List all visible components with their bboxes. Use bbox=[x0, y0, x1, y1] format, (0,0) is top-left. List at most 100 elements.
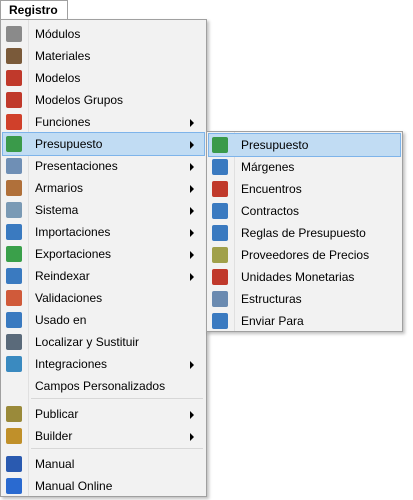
menu-item-label: Módulos bbox=[35, 27, 81, 41]
model-groups-icon bbox=[6, 92, 22, 108]
menu-item-label: Integraciones bbox=[35, 357, 108, 371]
submenu-arrow-icon bbox=[190, 251, 194, 259]
submenu-item-label: Unidades Monetarias bbox=[241, 270, 355, 284]
submenu-arrow-icon bbox=[190, 207, 194, 215]
find-replace-icon bbox=[6, 334, 22, 350]
menu-item-presupuesto[interactable]: Presupuesto bbox=[2, 132, 205, 156]
menu-item-importaciones[interactable]: Importaciones bbox=[3, 221, 204, 243]
menu-separator bbox=[31, 448, 203, 449]
menu-item-label: Modelos bbox=[35, 71, 81, 85]
menu-item-label: Exportaciones bbox=[35, 247, 112, 261]
materials-icon bbox=[6, 48, 22, 64]
menu-item-label: Presentaciones bbox=[35, 159, 118, 173]
menu-item-label: Localizar y Sustituir bbox=[35, 335, 140, 349]
contracts-icon bbox=[212, 203, 228, 219]
menu-item-label: Importaciones bbox=[35, 225, 111, 239]
menu-registro[interactable]: Registro bbox=[0, 0, 68, 20]
system-gear-icon bbox=[6, 202, 22, 218]
integrations-icon bbox=[6, 356, 22, 372]
menu-item-label: Presupuesto bbox=[35, 137, 103, 151]
submenu-item-label: Estructuras bbox=[241, 292, 302, 306]
publish-icon bbox=[6, 406, 22, 422]
menu-separator bbox=[31, 398, 203, 399]
menu-item-funciones[interactable]: Funciones bbox=[3, 111, 204, 133]
send-to-icon bbox=[212, 313, 228, 329]
submenu-item-label: Proveedores de Precios bbox=[241, 248, 370, 262]
submenu-arrow-icon bbox=[190, 163, 194, 171]
menu-item-usado-en[interactable]: Usado en bbox=[3, 309, 204, 331]
menu-item-localizar-y-sustituir[interactable]: Localizar y Sustituir bbox=[3, 331, 204, 353]
submenu-item-unidades-monetarias[interactable]: Unidades Monetarias bbox=[209, 266, 400, 288]
submenu-arrow-icon bbox=[190, 141, 194, 149]
submenu-arrow-icon bbox=[190, 185, 194, 193]
submenu-item-encuentros[interactable]: Encuentros bbox=[209, 178, 400, 200]
validations-icon bbox=[6, 290, 22, 306]
models-icon bbox=[6, 70, 22, 86]
encounters-icon bbox=[212, 181, 228, 197]
margins-icon bbox=[212, 159, 228, 175]
submenu-arrow-icon bbox=[190, 229, 194, 237]
submenu-item-margenes[interactable]: Márgenes bbox=[209, 156, 400, 178]
manual-book-icon bbox=[6, 456, 22, 472]
menu-item-integraciones[interactable]: Integraciones bbox=[3, 353, 204, 375]
menu-item-label: Sistema bbox=[35, 203, 79, 217]
help-icon bbox=[6, 478, 22, 494]
menu-item-modelos[interactable]: Modelos bbox=[3, 67, 204, 89]
menu-item-modulos[interactable]: Módulos bbox=[3, 23, 204, 45]
menu-item-label: Campos Personalizados bbox=[35, 379, 166, 393]
submenu-arrow-icon bbox=[190, 411, 194, 419]
menu-item-sistema[interactable]: Sistema bbox=[3, 199, 204, 221]
menu-item-label: Modelos Grupos bbox=[35, 93, 124, 107]
export-icon bbox=[6, 246, 22, 262]
submenu-item-enviar-para[interactable]: Enviar Para bbox=[209, 310, 400, 332]
presupuesto-submenu: Presupuesto Márgenes Encuentros Contractos R… bbox=[206, 131, 403, 332]
menu-item-manual[interactable]: Manual bbox=[3, 453, 204, 475]
budget-icon bbox=[212, 137, 228, 153]
menu-item-label: Publicar bbox=[35, 407, 79, 421]
builder-icon bbox=[6, 428, 22, 444]
menu-item-presentaciones[interactable]: Presentaciones bbox=[3, 155, 204, 177]
presentations-icon bbox=[6, 158, 22, 174]
submenu-item-reglas-de-presupuesto[interactable]: Reglas de Presupuesto bbox=[209, 222, 400, 244]
submenu-item-contractos[interactable]: Contractos bbox=[209, 200, 400, 222]
budget-rules-icon bbox=[212, 225, 228, 241]
structures-icon bbox=[212, 291, 228, 307]
menu-item-reindexar[interactable]: Reindexar bbox=[3, 265, 204, 287]
used-in-icon bbox=[6, 312, 22, 328]
registro-dropdown-menu: Módulos Materiales Modelos Modelos Grupos Fu… bbox=[0, 19, 207, 497]
menu-item-validaciones[interactable]: Validaciones bbox=[3, 287, 204, 309]
submenu-arrow-icon bbox=[190, 433, 194, 441]
wardrobes-icon bbox=[6, 180, 22, 196]
submenu-item-estructuras[interactable]: Estructuras bbox=[209, 288, 400, 310]
menu-item-label: Armarios bbox=[35, 181, 84, 195]
submenu-arrow-icon bbox=[190, 119, 194, 127]
submenu-item-label: Enviar Para bbox=[241, 314, 304, 328]
menu-item-label: Validaciones bbox=[35, 291, 103, 305]
submenu-item-proveedores-de-precios[interactable]: Proveedores de Precios bbox=[209, 244, 400, 266]
menu-item-armarios[interactable]: Armarios bbox=[3, 177, 204, 199]
submenu-arrow-icon bbox=[190, 273, 194, 281]
menu-item-exportaciones[interactable]: Exportaciones bbox=[3, 243, 204, 265]
menu-item-label: Funciones bbox=[35, 115, 91, 129]
functions-icon bbox=[6, 114, 22, 130]
submenu-item-label: Encuentros bbox=[241, 182, 302, 196]
submenu-item-label: Contractos bbox=[241, 204, 300, 218]
submenu-item-label: Presupuesto bbox=[241, 138, 309, 152]
menu-item-label: Materiales bbox=[35, 49, 91, 63]
menu-item-modelos-grupos[interactable]: Modelos Grupos bbox=[3, 89, 204, 111]
currency-units-icon bbox=[212, 269, 228, 285]
submenu-item-presupuesto[interactable]: Presupuesto bbox=[208, 133, 401, 157]
menu-item-publicar[interactable]: Publicar bbox=[3, 403, 204, 425]
menu-item-manual-online[interactable]: Manual Online bbox=[3, 475, 204, 497]
menu-item-materiales[interactable]: Materiales bbox=[3, 45, 204, 67]
import-icon bbox=[6, 224, 22, 240]
budget-icon bbox=[6, 136, 22, 152]
submenu-item-label: Márgenes bbox=[241, 160, 295, 174]
menu-item-builder[interactable]: Builder bbox=[3, 425, 204, 447]
menu-item-label: Builder bbox=[35, 429, 73, 443]
menu-item-campos-personalizados[interactable]: Campos Personalizados bbox=[3, 375, 204, 397]
menu-item-label: Manual Online bbox=[35, 479, 113, 493]
reindex-icon bbox=[6, 268, 22, 284]
menu-item-label: Manual bbox=[35, 457, 75, 471]
empty-icon-slot bbox=[6, 378, 22, 394]
